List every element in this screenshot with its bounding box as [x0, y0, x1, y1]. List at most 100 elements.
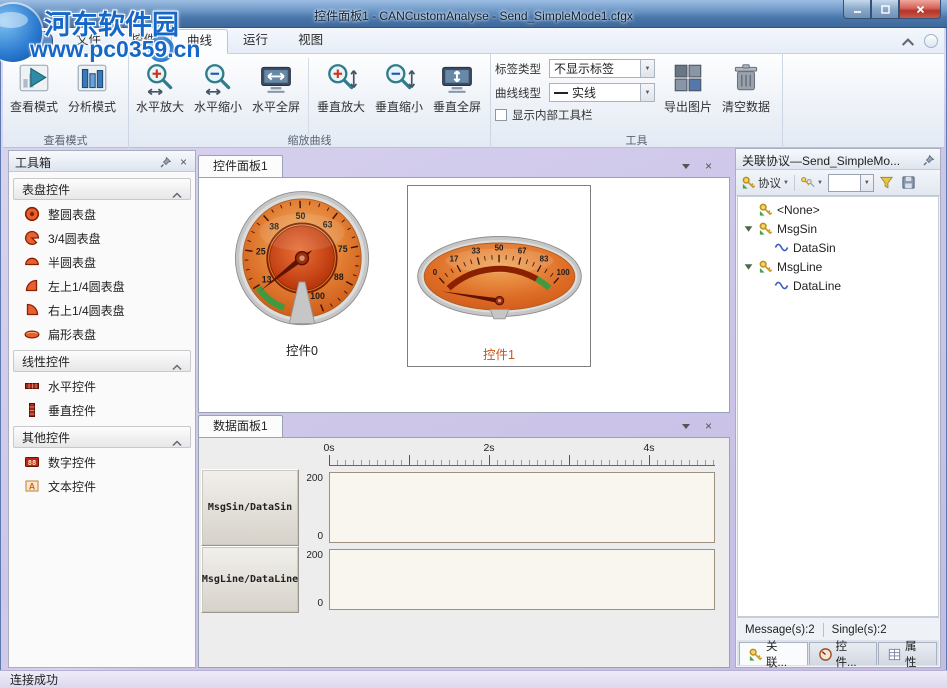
ribbon-tab-bar: 文件控件曲线运行视图 [3, 28, 944, 54]
ribbon-button-clear-data[interactable]: 清空数据 [717, 56, 775, 130]
zoom-in-vertical-icon [324, 61, 358, 95]
toolbox-item[interactable]: 水平控件 [12, 374, 192, 398]
toolbox-section-header[interactable]: 表盘控件 [13, 178, 191, 200]
show-inner-toolbar-checkbox[interactable]: 显示内部工具栏 [495, 106, 655, 124]
ribbon-group-zoom-curve: 水平放大水平缩小水平全屏垂直放大垂直缩小垂直全屏 缩放曲线 [129, 54, 491, 148]
maximize-button[interactable] [871, 0, 899, 19]
tag-type-select[interactable]: 不显示标签 ▼ [549, 59, 655, 78]
label-line-style: 曲线线型 [495, 85, 549, 101]
toolbar-separator [794, 175, 795, 191]
signal-icon [774, 278, 789, 293]
ribbon-group-label: 查看模式 [3, 132, 128, 147]
tree-item[interactable]: MsgLine [738, 257, 938, 276]
ribbon-body: 查看模式分析模式 查看模式 水平放大水平缩小水平全屏垂直放大垂直缩小垂直全屏 缩… [3, 54, 944, 148]
tree-item[interactable]: MsgSin [738, 219, 938, 238]
protocol-filter-combobox[interactable]: ▼ [828, 174, 874, 192]
tree-item[interactable]: <None> [738, 200, 938, 219]
ribbon-group-tools: 标签类型 不显示标签 ▼ 曲线线型 实线 ▼ 显示内部工 [491, 54, 783, 148]
panel-tab-2[interactable]: 属性 [878, 642, 937, 665]
ribbon-button-zoom-in-vertical[interactable]: 垂直放大 [312, 56, 370, 130]
panel-menu-button[interactable] [678, 419, 693, 433]
ribbon-tab-1[interactable]: 控件 [116, 28, 171, 54]
properties-icon [887, 647, 902, 662]
chevron-down-icon [682, 164, 690, 169]
expander-spacer [743, 204, 754, 215]
ribbon-tools-fields: 标签类型 不显示标签 ▼ 曲线线型 实线 ▼ 显示内部工 [495, 58, 655, 124]
keys-dropdown-button[interactable]: ▼ [798, 173, 825, 193]
panel-tab-0[interactable]: 关联... [739, 642, 808, 665]
tree-item[interactable]: DataSin [738, 238, 938, 257]
panel-close-button[interactable]: × [701, 419, 716, 433]
gauge-control-1-selected[interactable]: 01733506783100 控件1 [407, 185, 591, 367]
filter-button[interactable] [877, 173, 896, 193]
ribbon-tab-3[interactable]: 运行 [228, 28, 283, 54]
toolbox-item[interactable]: 88数字控件 [12, 450, 192, 474]
protocol-panel-header: 关联协议—Send_SimpleMo... [736, 149, 940, 170]
minimize-button[interactable] [843, 0, 871, 19]
connection-status: 连接成功 [10, 671, 58, 688]
plot-area [329, 472, 715, 543]
toolbox-item[interactable]: 整圆表盘 [12, 202, 192, 226]
toolbox-item[interactable]: 半圆表盘 [12, 250, 192, 274]
plot-area [329, 549, 715, 610]
panel-tab-1[interactable]: 控件... [809, 642, 878, 665]
checkbox-box[interactable] [495, 109, 507, 121]
panel-menu-button[interactable] [678, 159, 693, 173]
ribbon-group-view-mode: 查看模式分析模式 查看模式 [3, 54, 129, 148]
ribbon-tab-4[interactable]: 视图 [283, 28, 338, 54]
tag-type-value: 不显示标签 [554, 60, 614, 77]
toolbox-item[interactable]: 3/4圆表盘 [12, 226, 192, 250]
svg-text:100: 100 [310, 291, 325, 301]
svg-text:33: 33 [471, 246, 480, 255]
application-menu-button[interactable] [15, 31, 53, 51]
key-icon [758, 202, 773, 217]
label-tag-type: 标签类型 [495, 61, 549, 77]
line-style-select[interactable]: 实线 ▼ [549, 83, 655, 102]
expander-icon[interactable] [743, 261, 754, 272]
y-axis-labels: 2000 [299, 546, 327, 613]
solid-line-icon [554, 92, 568, 94]
row-header-button[interactable]: MsgSin/DataSin [201, 469, 299, 546]
minimize-icon [852, 4, 863, 15]
toolbox-item[interactable]: 扁形表盘 [12, 322, 192, 346]
ribbon-button-zoom-out-horizontal[interactable]: 水平缩小 [189, 56, 247, 130]
close-button[interactable] [899, 0, 941, 19]
toolbox-item[interactable]: 左上1/4圆表盘 [12, 274, 192, 298]
tab-control-panel[interactable]: 控件面板1 [198, 155, 283, 177]
protocol-tree: <None>MsgSinDataSinMsgLineDataLine [737, 196, 939, 617]
line-style-value: 实线 [572, 84, 596, 101]
ribbon-tab-0[interactable]: 文件 [61, 28, 116, 54]
three-quarter-dial-gauge: 13253850637588100 [228, 186, 376, 334]
ribbon-button-view-mode[interactable]: 查看模式 [5, 56, 63, 130]
gauge-control-0[interactable]: 13253850637588100 控件0 [227, 186, 377, 359]
panel-close-button[interactable]: × [701, 159, 716, 173]
toolbox-section-header[interactable]: 线性控件 [13, 350, 191, 372]
collapse-ribbon-button[interactable] [900, 35, 916, 47]
protocol-dropdown-button[interactable]: 协议 ▼ [739, 173, 791, 193]
save-button[interactable] [899, 173, 918, 193]
ribbon-button-fullscreen-vertical[interactable]: 垂直全屏 [428, 56, 486, 130]
ribbon-button-analyze-mode[interactable]: 分析模式 [63, 56, 121, 130]
ribbon-button-export-image[interactable]: 导出图片 [659, 56, 717, 130]
quarter-right-dial-icon [24, 302, 40, 318]
toolbox-item[interactable]: 右上1/4圆表盘 [12, 298, 192, 322]
data-row: MsgSin/DataSin2000 [199, 469, 729, 546]
toolbox-item[interactable]: A文本控件 [12, 474, 192, 498]
ribbon-tab-2[interactable]: 曲线 [171, 29, 228, 54]
ribbon-button-zoom-out-vertical[interactable]: 垂直缩小 [370, 56, 428, 130]
close-panel-button[interactable]: × [176, 154, 191, 169]
pin-button[interactable] [158, 154, 173, 169]
ribbon-button-fullscreen-horizontal[interactable]: 水平全屏 [247, 56, 305, 130]
tree-item[interactable]: DataLine [738, 276, 938, 295]
pin-button[interactable] [921, 152, 936, 167]
tab-data-panel[interactable]: 数据面板1 [198, 415, 283, 437]
ribbon-corner-button[interactable] [924, 34, 938, 48]
status-separator [823, 623, 824, 637]
row-header-button[interactable]: MsgLine/DataLine [201, 546, 299, 613]
funnel-icon [879, 175, 894, 190]
toolbox-section-header[interactable]: 其他控件 [13, 426, 191, 448]
ribbon-button-zoom-in-horizontal[interactable]: 水平放大 [131, 56, 189, 130]
close-icon [915, 4, 926, 15]
toolbox-item[interactable]: 垂直控件 [12, 398, 192, 422]
expander-icon[interactable] [743, 223, 754, 234]
